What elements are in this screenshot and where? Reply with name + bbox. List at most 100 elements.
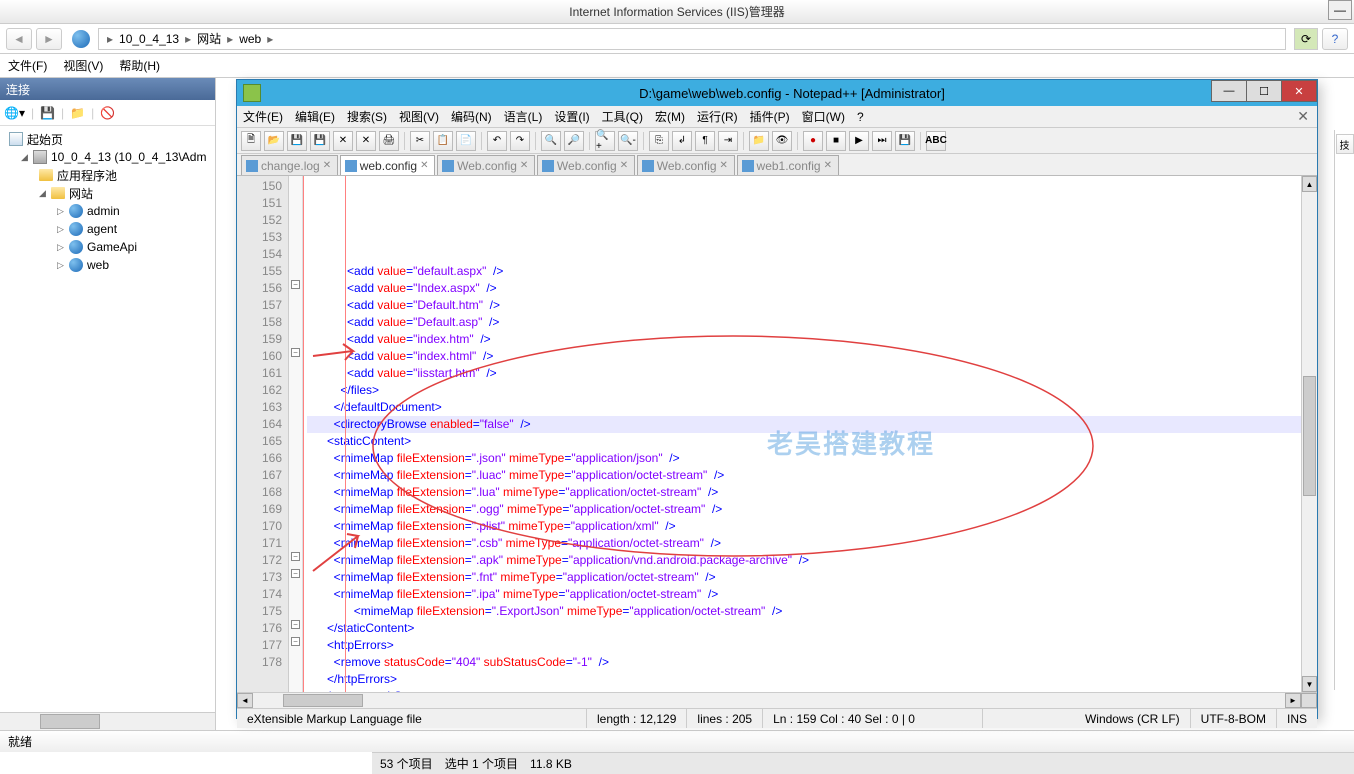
- code-line[interactable]: <httpErrors>: [307, 637, 1301, 654]
- tab-close-icon[interactable]: ✕: [520, 160, 530, 171]
- code-line[interactable]: </system.webServer>: [307, 688, 1301, 692]
- spellcheck-icon[interactable]: ABC: [926, 131, 946, 151]
- fold-icon[interactable]: −: [291, 552, 300, 561]
- menu[interactable]: 视图(V): [399, 108, 439, 125]
- new-icon[interactable]: 🗎: [241, 131, 261, 151]
- redo-icon[interactable]: ↷: [510, 131, 530, 151]
- npp-titlebar[interactable]: D:\game\web\web.config - Notepad++ [Admi…: [237, 80, 1317, 106]
- saveall-icon[interactable]: 💾: [310, 131, 330, 151]
- code-line[interactable]: </files>: [307, 382, 1301, 399]
- hscrollbar[interactable]: ◄ ►: [237, 692, 1317, 708]
- tab-close-icon[interactable]: ✕: [420, 160, 430, 171]
- zoomout-icon[interactable]: 🔍-: [618, 131, 638, 151]
- folder-icon[interactable]: 📁: [749, 131, 769, 151]
- undo-icon[interactable]: ↶: [487, 131, 507, 151]
- code-line[interactable]: <mimeMap fileExtension=".apk" mimeType="…: [307, 552, 1301, 569]
- file-tab[interactable]: Web.config✕: [637, 155, 735, 175]
- file-tab[interactable]: web.config✕: [340, 155, 435, 175]
- tab-close-icon[interactable]: ✕: [620, 160, 630, 171]
- code-line[interactable]: <mimeMap fileExtension=".json" mimeType=…: [307, 450, 1301, 467]
- play-icon[interactable]: ▶: [849, 131, 869, 151]
- closeall-icon[interactable]: ✕: [356, 131, 376, 151]
- menu[interactable]: 语言(L): [504, 108, 543, 125]
- menu[interactable]: 编辑(E): [295, 108, 335, 125]
- tab-close-icon[interactable]: ✕: [720, 160, 730, 171]
- code-line[interactable]: <mimeMap fileExtension=".ExportJson" mim…: [307, 603, 1301, 620]
- breadcrumb[interactable]: ▸10_0_4_13 ▸网站 ▸web ▸: [98, 28, 1286, 50]
- menu[interactable]: 编码(N): [451, 108, 492, 125]
- minimize-button[interactable]: —: [1211, 80, 1247, 102]
- code-line[interactable]: <add value="iisstart.htm" />: [307, 365, 1301, 382]
- code-line[interactable]: <add value="Index.aspx" />: [307, 280, 1301, 297]
- stop-icon[interactable]: ■: [826, 131, 846, 151]
- replace-icon[interactable]: 🔎: [564, 131, 584, 151]
- code-line[interactable]: <mimeMap fileExtension=".luac" mimeType=…: [307, 467, 1301, 484]
- code-line[interactable]: <mimeMap fileExtension=".fnt" mimeType="…: [307, 569, 1301, 586]
- menu[interactable]: 帮助(H): [119, 57, 160, 74]
- tree-item-home[interactable]: 起始页: [4, 130, 211, 148]
- tree-item-sites[interactable]: ◢网站: [4, 184, 211, 202]
- menu[interactable]: 宏(M): [655, 108, 685, 125]
- print-icon[interactable]: 🖨: [379, 131, 399, 151]
- tab-close-icon[interactable]: ✕: [824, 160, 834, 171]
- menu[interactable]: 工具(Q): [602, 108, 643, 125]
- tab-close-icon[interactable]: ✕: [323, 160, 333, 171]
- record-icon[interactable]: ●: [803, 131, 823, 151]
- open-icon[interactable]: 📂: [264, 131, 284, 151]
- close-button[interactable]: ✕: [1281, 80, 1317, 102]
- code-line[interactable]: <add value="Default.htm" />: [307, 297, 1301, 314]
- hscrollbar[interactable]: [0, 712, 215, 730]
- cut-icon[interactable]: ✂: [410, 131, 430, 151]
- fold-icon[interactable]: −: [291, 569, 300, 578]
- code-line[interactable]: <add value="default.aspx" />: [307, 263, 1301, 280]
- playmulti-icon[interactable]: ⏭: [872, 131, 892, 151]
- code-area[interactable]: <add value="default.aspx" /> <add value=…: [303, 176, 1301, 692]
- save-icon[interactable]: 💾: [287, 131, 307, 151]
- file-tab[interactable]: Web.config✕: [437, 155, 535, 175]
- code-line[interactable]: <add value="Default.asp" />: [307, 314, 1301, 331]
- menu[interactable]: 视图(V): [63, 57, 103, 74]
- menu[interactable]: 运行(R): [697, 108, 738, 125]
- tab-close-icon[interactable]: ✕: [1297, 108, 1309, 125]
- tree-item-server[interactable]: ◢10_0_4_13 (10_0_4_13\Adm: [4, 148, 211, 166]
- tree-item-apppools[interactable]: 应用程序池: [4, 166, 211, 184]
- code-line[interactable]: </httpErrors>: [307, 671, 1301, 688]
- file-tab[interactable]: change.log✕: [241, 155, 338, 175]
- menu[interactable]: 插件(P): [750, 108, 790, 125]
- code-line[interactable]: <directoryBrowse enabled="false" />: [307, 416, 1301, 433]
- actions-toggle[interactable]: 技: [1336, 134, 1354, 154]
- code-line[interactable]: <mimeMap fileExtension=".ipa" mimeType="…: [307, 586, 1301, 603]
- menu[interactable]: 窗口(W): [802, 108, 845, 125]
- connect-icon[interactable]: 🌐▾: [4, 106, 25, 120]
- refresh-button[interactable]: ⟳: [1294, 28, 1318, 50]
- indent-icon[interactable]: ⇥: [718, 131, 738, 151]
- find-icon[interactable]: 🔍: [541, 131, 561, 151]
- maximize-button[interactable]: ☐: [1246, 80, 1282, 102]
- vscrollbar[interactable]: ▲ ▼: [1301, 176, 1317, 692]
- fold-gutter[interactable]: − − − − − −: [289, 176, 303, 692]
- code-line[interactable]: <mimeMap fileExtension=".lua" mimeType="…: [307, 484, 1301, 501]
- menu[interactable]: ?: [857, 110, 864, 124]
- file-tab[interactable]: Web.config✕: [537, 155, 635, 175]
- tree-item-site[interactable]: ▷agent: [4, 220, 211, 238]
- minimize-button[interactable]: —: [1328, 0, 1352, 20]
- close-icon[interactable]: ✕: [333, 131, 353, 151]
- help-button[interactable]: ?: [1322, 28, 1348, 50]
- menu[interactable]: 文件(F): [8, 57, 47, 74]
- paste-icon[interactable]: 📄: [456, 131, 476, 151]
- code-line[interactable]: </defaultDocument>: [307, 399, 1301, 416]
- fold-icon[interactable]: −: [291, 348, 300, 357]
- zoomin-icon[interactable]: 🔍+: [595, 131, 615, 151]
- monitor-icon[interactable]: 👁: [772, 131, 792, 151]
- menu[interactable]: 设置(I): [554, 108, 589, 125]
- sync-icon[interactable]: ⎘: [649, 131, 669, 151]
- tree-item-site[interactable]: ▷web: [4, 256, 211, 274]
- code-line[interactable]: <mimeMap fileExtension=".csb" mimeType="…: [307, 535, 1301, 552]
- para-icon[interactable]: ¶: [695, 131, 715, 151]
- fold-icon[interactable]: −: [291, 620, 300, 629]
- tree-item-site[interactable]: ▷GameApi: [4, 238, 211, 256]
- browse-icon[interactable]: 📁: [70, 106, 85, 120]
- fold-icon[interactable]: −: [291, 280, 300, 289]
- code-line[interactable]: </staticContent>: [307, 620, 1301, 637]
- copy-icon[interactable]: 📋: [433, 131, 453, 151]
